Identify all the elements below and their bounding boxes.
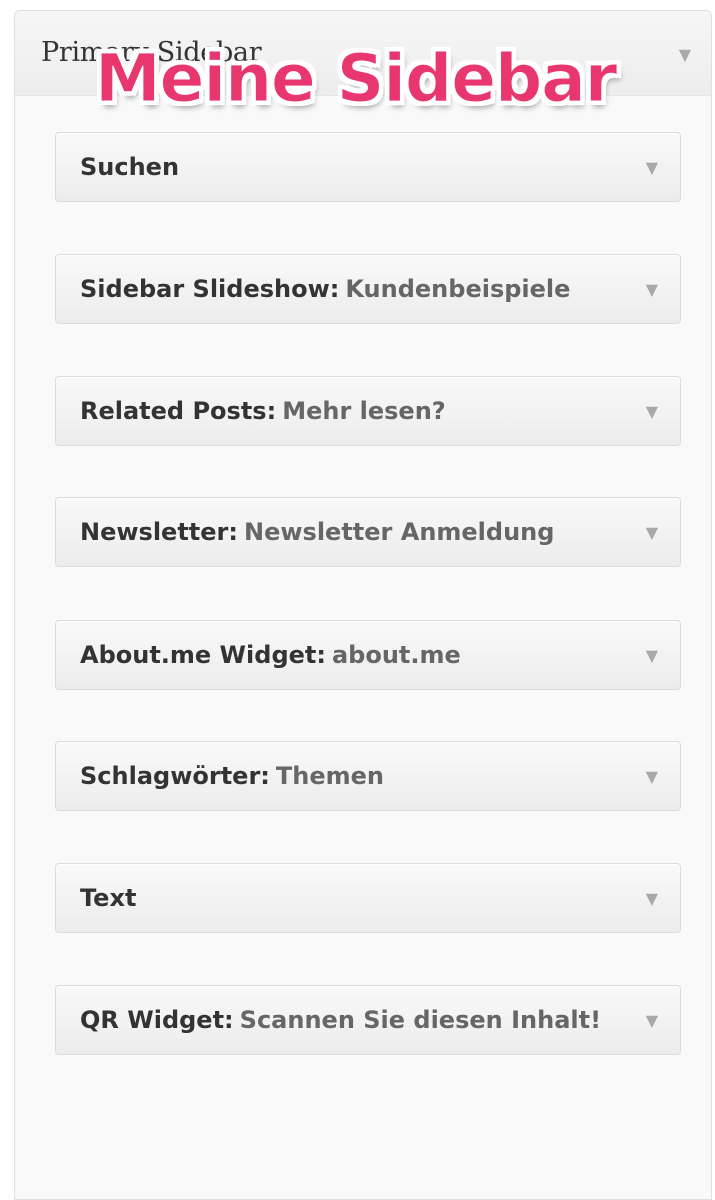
widget-name: Related Posts	[80, 397, 267, 425]
widget-label: Text	[80, 864, 142, 932]
widget-qr[interactable]: QR Widget: Scannen Sie diesen Inhalt! ▼	[55, 985, 681, 1055]
widget-subtitle: Themen	[275, 762, 384, 790]
expand-arrow-icon[interactable]: ▼	[646, 255, 658, 325]
widget-label: QR Widget: Scannen Sie diesen Inhalt!	[80, 986, 601, 1054]
widget-text[interactable]: Text ▼	[55, 863, 681, 933]
widget-subtitle: Mehr lesen?	[282, 397, 446, 425]
widget-name: Text	[80, 884, 137, 912]
widget-name: Newsletter	[80, 518, 229, 546]
widget-newsletter[interactable]: Newsletter: Newsletter Anmeldung ▼	[55, 497, 681, 567]
widget-label: Sidebar Slideshow: Kundenbeispiele	[80, 255, 570, 323]
widget-separator: :	[224, 1006, 234, 1034]
widget-separator: :	[260, 762, 270, 790]
widget-label: Schlagwörter: Themen	[80, 742, 384, 810]
widget-related-posts[interactable]: Related Posts: Mehr lesen? ▼	[55, 376, 681, 446]
primary-sidebar-panel: Primary Sidebar ▼ Suchen ▼ Sidebar Slide…	[14, 10, 712, 1200]
expand-arrow-icon[interactable]: ▼	[646, 498, 658, 568]
expand-arrow-icon[interactable]: ▼	[646, 133, 658, 203]
meine-sidebar-overlay-title: Meine Sidebar	[94, 40, 617, 117]
widget-name: About.me Widget	[80, 641, 317, 669]
widget-separator: :	[228, 518, 238, 546]
widget-subtitle: about.me	[331, 641, 461, 669]
expand-arrow-icon[interactable]: ▼	[646, 621, 658, 691]
widget-name: Suchen	[80, 153, 180, 181]
widget-subtitle: Kundenbeispiele	[345, 275, 571, 303]
expand-arrow-icon[interactable]: ▼	[646, 986, 658, 1056]
collapse-arrow-icon[interactable]: ▼	[679, 45, 691, 64]
widget-subtitle: Newsletter Anmeldung	[244, 518, 555, 546]
expand-arrow-icon[interactable]: ▼	[646, 742, 658, 812]
widget-label: Newsletter: Newsletter Anmeldung	[80, 498, 554, 566]
widget-about-me[interactable]: About.me Widget: about.me ▼	[55, 620, 681, 690]
widget-schlagwoerter[interactable]: Schlagwörter: Themen ▼	[55, 741, 681, 811]
widget-separator: :	[266, 397, 277, 425]
widget-label: Related Posts: Mehr lesen?	[80, 377, 446, 445]
widget-subtitle: Scannen Sie diesen Inhalt!	[239, 1006, 602, 1034]
widget-separator: :	[316, 641, 326, 669]
expand-arrow-icon[interactable]: ▼	[646, 864, 658, 934]
widget-name: QR Widget	[80, 1006, 225, 1034]
widget-name: Sidebar Slideshow	[80, 275, 330, 303]
widget-label: Suchen	[80, 133, 185, 201]
expand-arrow-icon[interactable]: ▼	[646, 377, 658, 447]
widget-suchen[interactable]: Suchen ▼	[55, 132, 681, 202]
widget-sidebar-slideshow[interactable]: Sidebar Slideshow: Kundenbeispiele ▼	[55, 254, 681, 324]
widget-separator: :	[329, 275, 340, 303]
widget-label: About.me Widget: about.me	[80, 621, 461, 689]
widget-name: Schlagwörter	[80, 762, 261, 790]
